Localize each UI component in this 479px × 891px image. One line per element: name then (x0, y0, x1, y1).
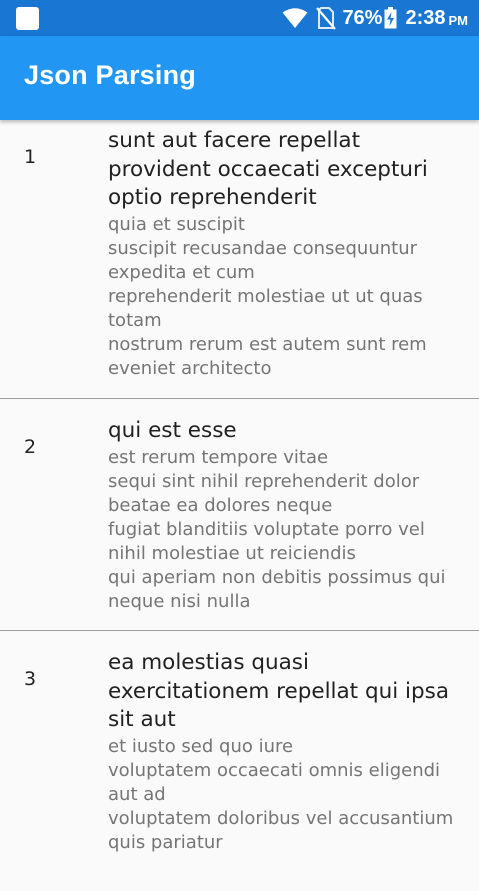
post-body: et iusto sed quo iure voluptatem occaeca… (108, 735, 454, 853)
wifi-icon (282, 7, 308, 29)
post-title: qui est esse (108, 418, 237, 443)
status-bar: 76% 2:38 PM (0, 0, 479, 36)
post-body: quia et suscipit suscipit recusandae con… (108, 213, 427, 379)
battery-charging-icon (384, 7, 397, 29)
battery-percent: 76% (342, 6, 383, 29)
no-sim-icon (316, 6, 337, 30)
post-title: ea molestias quasi exercitationem repell… (108, 650, 450, 732)
notification-icon (16, 7, 39, 30)
clock-ampm: PM (448, 12, 469, 28)
post-id: 3 (24, 668, 37, 690)
list-item[interactable]: 3 ea molestias quasi exercitationem repe… (0, 631, 479, 891)
post-id: 2 (24, 436, 37, 458)
app-bar: Json Parsing (0, 36, 479, 120)
list-item[interactable]: 1 sunt aut facere repellat provident occ… (0, 120, 479, 399)
status-icons: 76% 2:38 PM (282, 0, 468, 36)
post-id: 1 (24, 146, 37, 168)
post-list[interactable]: 1 sunt aut facere repellat provident occ… (0, 120, 479, 891)
post-body: est rerum tempore vitae sequi sint nihil… (108, 446, 446, 612)
app-title: Json Parsing (24, 60, 196, 90)
clock: 2:38 (405, 6, 446, 29)
list-item[interactable]: 2 qui est esse est rerum tempore vitae s… (0, 399, 479, 631)
post-title: sunt aut facere repellat provident occae… (108, 128, 428, 210)
